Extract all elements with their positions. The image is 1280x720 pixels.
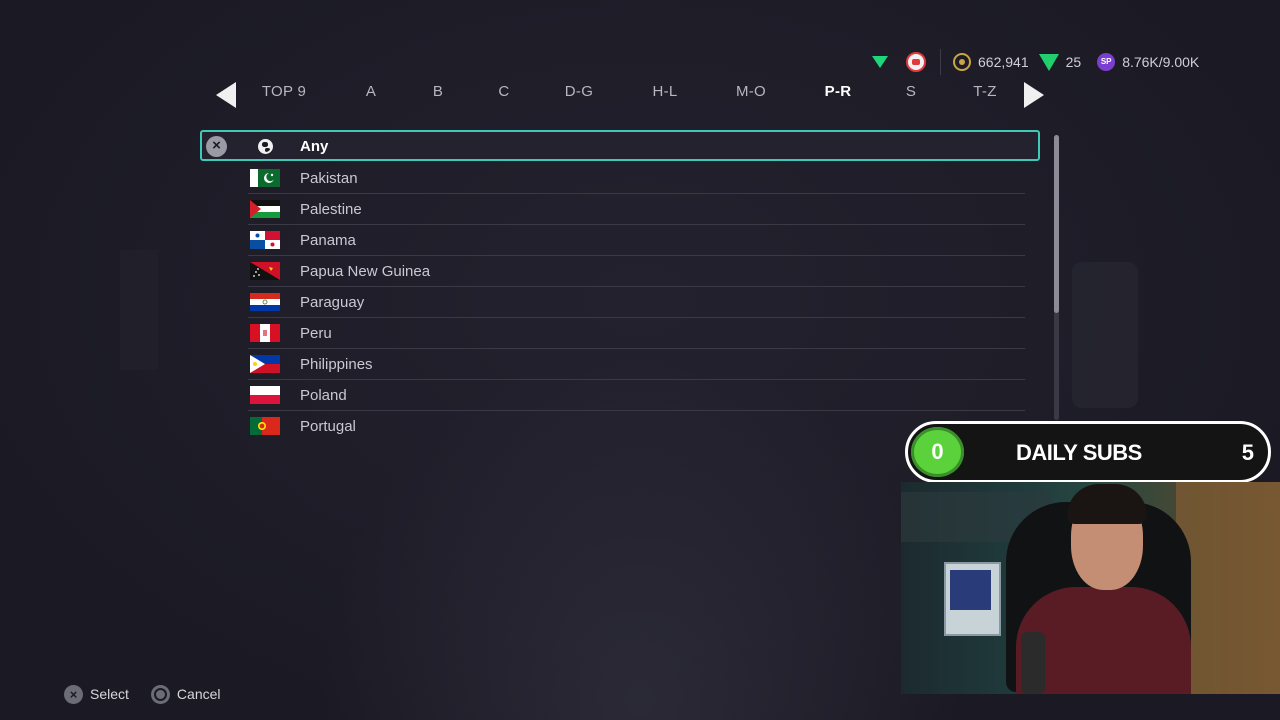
circle-button-icon — [150, 684, 170, 704]
webcam-microphone — [1021, 632, 1045, 694]
letter-tabs: TOP 9 A B C D-G H-L M-O P-R S T-Z — [212, 78, 1052, 108]
nation-label: Panama — [300, 232, 356, 249]
points-value: 25 — [1065, 54, 1082, 70]
tab-m-o[interactable]: M-O — [736, 83, 766, 100]
tab-d-g[interactable]: D-G — [565, 83, 593, 100]
tab-b[interactable]: B — [433, 83, 443, 100]
tab-t-z[interactable]: T-Z — [973, 83, 996, 100]
subs-current-count: 0 — [911, 427, 964, 477]
nation-label: Pakistan — [300, 170, 358, 187]
webcam-feed — [901, 482, 1280, 694]
palestine-flag-icon — [250, 200, 280, 218]
subs-goal-count: 5 — [1241, 440, 1254, 465]
nation-label: Papua New Guinea — [300, 263, 431, 280]
background-player-card — [1072, 262, 1138, 408]
philippines-flag-icon — [250, 355, 280, 373]
divider — [940, 49, 941, 75]
papua-new-guinea-flag-icon — [250, 262, 280, 280]
nation-label: Portugal — [300, 418, 356, 435]
nation-row-papua-new-guinea[interactable]: Papua New Guinea — [248, 255, 1025, 287]
paraguay-flag-icon — [250, 293, 280, 311]
scrollbar-thumb[interactable] — [1054, 135, 1059, 313]
nation-label: Peru — [300, 325, 332, 342]
webcam-door — [1176, 482, 1280, 694]
nation-row-poland[interactable]: Poland — [248, 379, 1025, 411]
pakistan-flag-icon — [250, 169, 280, 187]
panama-flag-icon — [250, 231, 280, 249]
tab-c[interactable]: C — [498, 83, 509, 100]
nation-row-panama[interactable]: Panama — [248, 224, 1025, 256]
currency-bar: 662,941 25 SP 8.76K/9.00K — [868, 49, 1200, 75]
nation-row-philippines[interactable]: Philippines — [248, 348, 1025, 380]
tab-s[interactable]: S — [906, 83, 916, 100]
green-triangle-icon — [872, 56, 888, 68]
nation-row-paraguay[interactable]: Paraguay — [248, 286, 1025, 318]
coins-value: 662,941 — [978, 54, 1029, 70]
globe-icon — [258, 139, 273, 154]
portugal-flag-icon — [250, 417, 280, 435]
nation-label-any: Any — [300, 138, 329, 155]
nation-label: Philippines — [300, 356, 373, 373]
webcam-streamer-hair — [1067, 484, 1147, 524]
sp-value: 8.76K/9.00K — [1122, 54, 1200, 70]
nation-row-peru[interactable]: Peru — [248, 317, 1025, 349]
background-panel — [120, 250, 158, 370]
next-arrow-icon[interactable] — [1024, 82, 1044, 108]
peru-flag-icon — [250, 324, 280, 342]
tab-h-l[interactable]: H-L — [652, 83, 677, 100]
nation-label: Poland — [300, 387, 347, 404]
clear-icon[interactable]: × — [206, 136, 227, 157]
cancel-hint[interactable]: Cancel — [177, 686, 221, 702]
previous-arrow-icon[interactable] — [216, 82, 236, 108]
tab-p-r[interactable]: P-R — [825, 83, 852, 100]
tab-top-9[interactable]: TOP 9 — [262, 83, 306, 100]
select-hint[interactable]: Select — [90, 686, 129, 702]
gem-icon — [1038, 53, 1059, 71]
nation-label: Paraguay — [300, 294, 365, 311]
nation-row-any[interactable]: × Any — [200, 130, 1040, 161]
cross-button-icon: × — [64, 684, 83, 704]
daily-subs-overlay: 0 DAILY SUBS 5 — [905, 421, 1271, 483]
club-badge-icon — [906, 52, 926, 72]
button-hints: × Select Cancel — [64, 684, 243, 704]
nation-label: Palestine — [300, 201, 362, 218]
coin-icon — [953, 53, 971, 71]
subs-title: DAILY SUBS — [1016, 440, 1142, 465]
poland-flag-icon — [250, 386, 280, 404]
sp-icon: SP — [1097, 53, 1116, 71]
webcam-poster-art — [950, 570, 991, 610]
tab-a[interactable]: A — [366, 83, 376, 100]
nation-row-pakistan[interactable]: Pakistan — [248, 162, 1025, 194]
nation-row-palestine[interactable]: Palestine — [248, 193, 1025, 225]
